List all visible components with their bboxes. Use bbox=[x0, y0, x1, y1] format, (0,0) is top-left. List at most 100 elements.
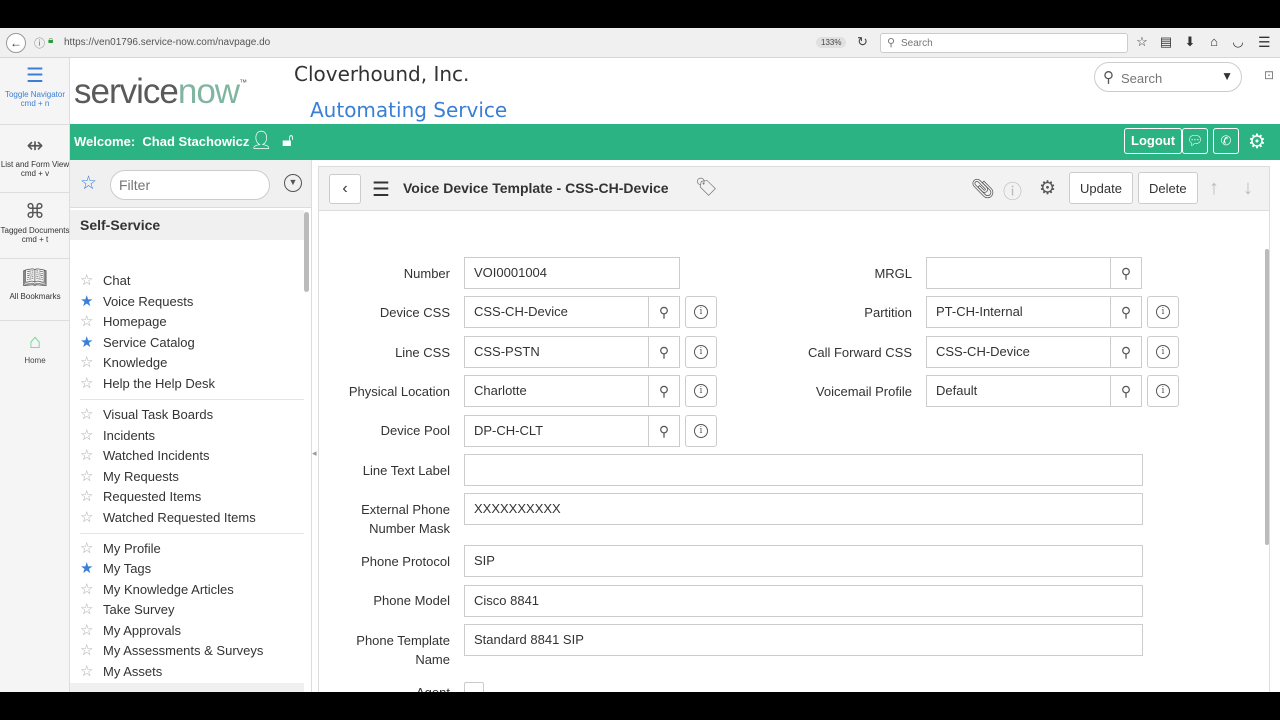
menu-icon[interactable]: ☰ bbox=[1258, 34, 1271, 51]
star-icon[interactable]: ☆ bbox=[80, 374, 93, 394]
form-scrollbar[interactable] bbox=[1265, 249, 1269, 545]
browser-search-input[interactable] bbox=[901, 36, 1121, 50]
back-arrow-icon[interactable]: ← bbox=[6, 33, 26, 53]
star-icon[interactable]: ☆ bbox=[80, 446, 93, 466]
voicemail-profile-field[interactable]: Default bbox=[926, 375, 1111, 407]
device-pool-field[interactable]: DP-CH-CLT bbox=[464, 415, 649, 447]
toggle-navigator-button[interactable]: ☰ Toggle Navigator cmd + n bbox=[0, 64, 70, 108]
info-icon[interactable]: i bbox=[1147, 336, 1179, 368]
search-icon[interactable]: ⚲ bbox=[1110, 336, 1142, 368]
star-icon[interactable]: ☆ bbox=[80, 508, 93, 528]
mrgl-field[interactable] bbox=[926, 257, 1111, 289]
star-icon[interactable]: ☆ bbox=[80, 662, 93, 682]
nav-item-service-catalog[interactable]: ★ Service Catalog bbox=[70, 333, 304, 353]
section-customer-service[interactable]: Customer Service bbox=[70, 683, 304, 692]
physical-location-field[interactable]: Charlotte bbox=[464, 375, 649, 407]
all-bookmarks-button[interactable]: 📖︎ All Bookmarks bbox=[0, 266, 70, 301]
servicenow-logo[interactable]: servicenow™ bbox=[74, 72, 247, 112]
gear-icon[interactable]: ⚙ bbox=[1039, 177, 1056, 200]
zoom-level[interactable]: 133% bbox=[816, 37, 847, 48]
line-text-label-field[interactable] bbox=[464, 454, 1143, 486]
nav-item-my-assessments-surveys[interactable]: ☆ My Assessments & Surveys bbox=[70, 641, 304, 661]
help-icon[interactable]: ⓘ bbox=[1003, 177, 1022, 204]
info-icon[interactable]: i bbox=[685, 375, 717, 407]
arrow-down-icon[interactable]: ↓ bbox=[1243, 177, 1253, 200]
number-field[interactable]: VOI0001004 bbox=[464, 257, 680, 289]
expand-icon[interactable]: ⊡ bbox=[1264, 68, 1274, 82]
star-icon[interactable]: ☆ bbox=[80, 353, 93, 373]
home-button[interactable]: ⌂ Home bbox=[0, 330, 70, 365]
download-icon[interactable]: ⬇ bbox=[1182, 34, 1198, 50]
tagged-documents-button[interactable]: ⌘ Tagged Documents cmd + t bbox=[0, 200, 70, 244]
search-icon[interactable]: ⚲ bbox=[648, 375, 680, 407]
logout-button[interactable]: Logout bbox=[1124, 128, 1183, 154]
star-icon[interactable]: ★ bbox=[80, 559, 93, 579]
info-icon[interactable]: i bbox=[1147, 296, 1179, 328]
star-icon[interactable]: ☆ bbox=[80, 487, 93, 507]
info-icon[interactable]: i bbox=[685, 336, 717, 368]
phone-template-name-field[interactable]: Standard 8841 SIP bbox=[464, 624, 1143, 656]
nav-item-visual-task-boards[interactable]: ☆ Visual Task Boards bbox=[70, 405, 304, 425]
nav-item-my-approvals[interactable]: ☆ My Approvals bbox=[70, 621, 304, 641]
tag-icon[interactable]: 🏷︎ bbox=[695, 177, 718, 198]
nav-item-watched-incidents[interactable]: ☆ Watched Incidents bbox=[70, 446, 304, 466]
star-icon[interactable]: ☆ bbox=[80, 539, 93, 559]
browser-search-box[interactable]: ⚲ bbox=[880, 33, 1128, 53]
nav-item-my-profile[interactable]: ☆ My Profile bbox=[70, 539, 304, 559]
nav-item-chat[interactable]: ☆ Chat bbox=[70, 271, 304, 291]
nav-item-take-survey[interactable]: ☆ Take Survey bbox=[70, 600, 304, 620]
info-icon[interactable]: i bbox=[685, 296, 717, 328]
line-css-field[interactable]: CSS-PSTN bbox=[464, 336, 649, 368]
partition-field[interactable]: PT-CH-Internal bbox=[926, 296, 1111, 328]
user-name[interactable]: Chad Stachowicz bbox=[142, 134, 249, 149]
pocket-icon[interactable]: ◡ bbox=[1230, 34, 1246, 50]
star-icon[interactable]: ★ bbox=[80, 292, 93, 312]
star-icon[interactable]: ☆ bbox=[80, 426, 93, 446]
star-icon[interactable]: ★ bbox=[80, 333, 93, 353]
reading-list-icon[interactable]: ▤ bbox=[1158, 34, 1174, 50]
info-icon[interactable]: i bbox=[1147, 375, 1179, 407]
device-css-field[interactable]: CSS-CH-Device bbox=[464, 296, 649, 328]
star-icon[interactable]: ☆ bbox=[80, 467, 93, 487]
update-button[interactable]: Update bbox=[1069, 172, 1133, 204]
external-phone-number-mask-field[interactable]: XXXXXXXXXX bbox=[464, 493, 1143, 525]
star-icon[interactable]: ☆ bbox=[80, 600, 93, 620]
back-button[interactable]: ‹ bbox=[329, 174, 361, 204]
global-search-input[interactable] bbox=[1121, 69, 1216, 87]
arrow-up-icon[interactable]: ↑ bbox=[1209, 177, 1219, 200]
star-icon[interactable]: ☆ bbox=[80, 621, 93, 641]
nav-item-watched-requested-items[interactable]: ☆ Watched Requested Items bbox=[70, 508, 304, 528]
agent-checkbox[interactable] bbox=[464, 682, 484, 692]
nav-item-voice-requests[interactable]: ★ Voice Requests bbox=[70, 292, 304, 312]
nav-item-my-knowledge-articles[interactable]: ☆ My Knowledge Articles bbox=[70, 580, 304, 600]
phone-model-field[interactable]: Cisco 8841 bbox=[464, 585, 1143, 617]
search-icon[interactable]: ⚲ bbox=[648, 336, 680, 368]
call-forward-css-field[interactable]: CSS-CH-Device bbox=[926, 336, 1111, 368]
phone-icon[interactable]: ✆ bbox=[1213, 128, 1239, 154]
paperclip-icon[interactable]: 📎︎ bbox=[971, 177, 995, 201]
nav-item-help-the-help-desk[interactable]: ☆ Help the Help Desk bbox=[70, 374, 304, 394]
nav-item-knowledge[interactable]: ☆ Knowledge bbox=[70, 353, 304, 373]
navigator-filter-input[interactable] bbox=[110, 170, 270, 200]
home-icon[interactable]: ⌂ bbox=[1206, 34, 1222, 50]
search-icon[interactable]: ⚲ bbox=[1110, 375, 1142, 407]
search-icon[interactable]: ⚲ bbox=[648, 415, 680, 447]
nav-item-my-requests[interactable]: ☆ My Requests bbox=[70, 467, 304, 487]
delete-button[interactable]: Delete bbox=[1138, 172, 1198, 204]
collapse-handle-icon[interactable]: ◂ bbox=[312, 448, 317, 459]
chevron-down-icon[interactable]: ▼ bbox=[284, 174, 302, 192]
caret-down-icon[interactable]: ▼ bbox=[1221, 69, 1233, 83]
star-icon[interactable]: ☆ bbox=[80, 405, 93, 425]
favorites-star-icon[interactable]: ☆ bbox=[80, 172, 97, 195]
section-self-service[interactable]: Self-Service bbox=[70, 210, 304, 240]
nav-item-homepage[interactable]: ☆ Homepage bbox=[70, 312, 304, 332]
star-icon[interactable]: ☆ bbox=[80, 271, 93, 291]
info-icon[interactable]: ⓘ bbox=[34, 35, 45, 51]
search-icon[interactable]: ⚲ bbox=[1110, 257, 1142, 289]
search-icon[interactable]: ⚲ bbox=[1110, 296, 1142, 328]
nav-item-requested-items[interactable]: ☆ Requested Items bbox=[70, 487, 304, 507]
search-icon[interactable]: ⚲ bbox=[648, 296, 680, 328]
user-icon[interactable]: 👤︎ bbox=[250, 130, 273, 151]
star-icon[interactable]: ☆ bbox=[80, 312, 93, 332]
gear-icon[interactable]: ⚙ bbox=[1248, 129, 1266, 154]
